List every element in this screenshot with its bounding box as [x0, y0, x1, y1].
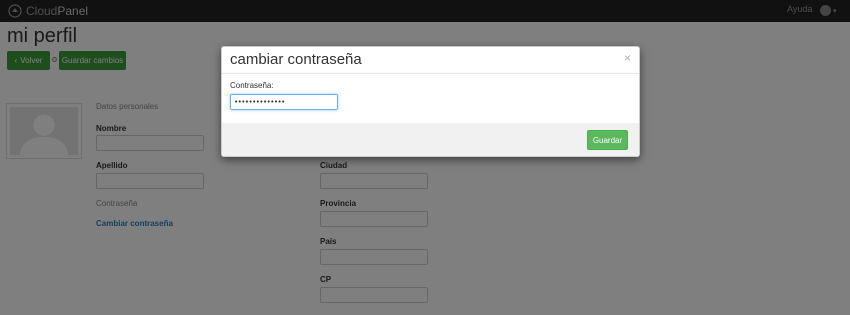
change-password-modal: cambiar contraseña × Contraseña: •••••••… — [221, 46, 640, 157]
modal-body: Contraseña: •••••••••••••• — [222, 74, 639, 123]
modal-title: cambiar contraseña — [230, 51, 362, 68]
close-icon[interactable]: × — [624, 51, 631, 65]
modal-header: cambiar contraseña × — [222, 47, 639, 74]
modal-footer: Guardar — [222, 123, 639, 156]
password-input[interactable]: •••••••••••••• — [230, 94, 338, 110]
password-label: Contraseña: — [230, 81, 274, 90]
save-password-button[interactable]: Guardar — [587, 130, 628, 150]
